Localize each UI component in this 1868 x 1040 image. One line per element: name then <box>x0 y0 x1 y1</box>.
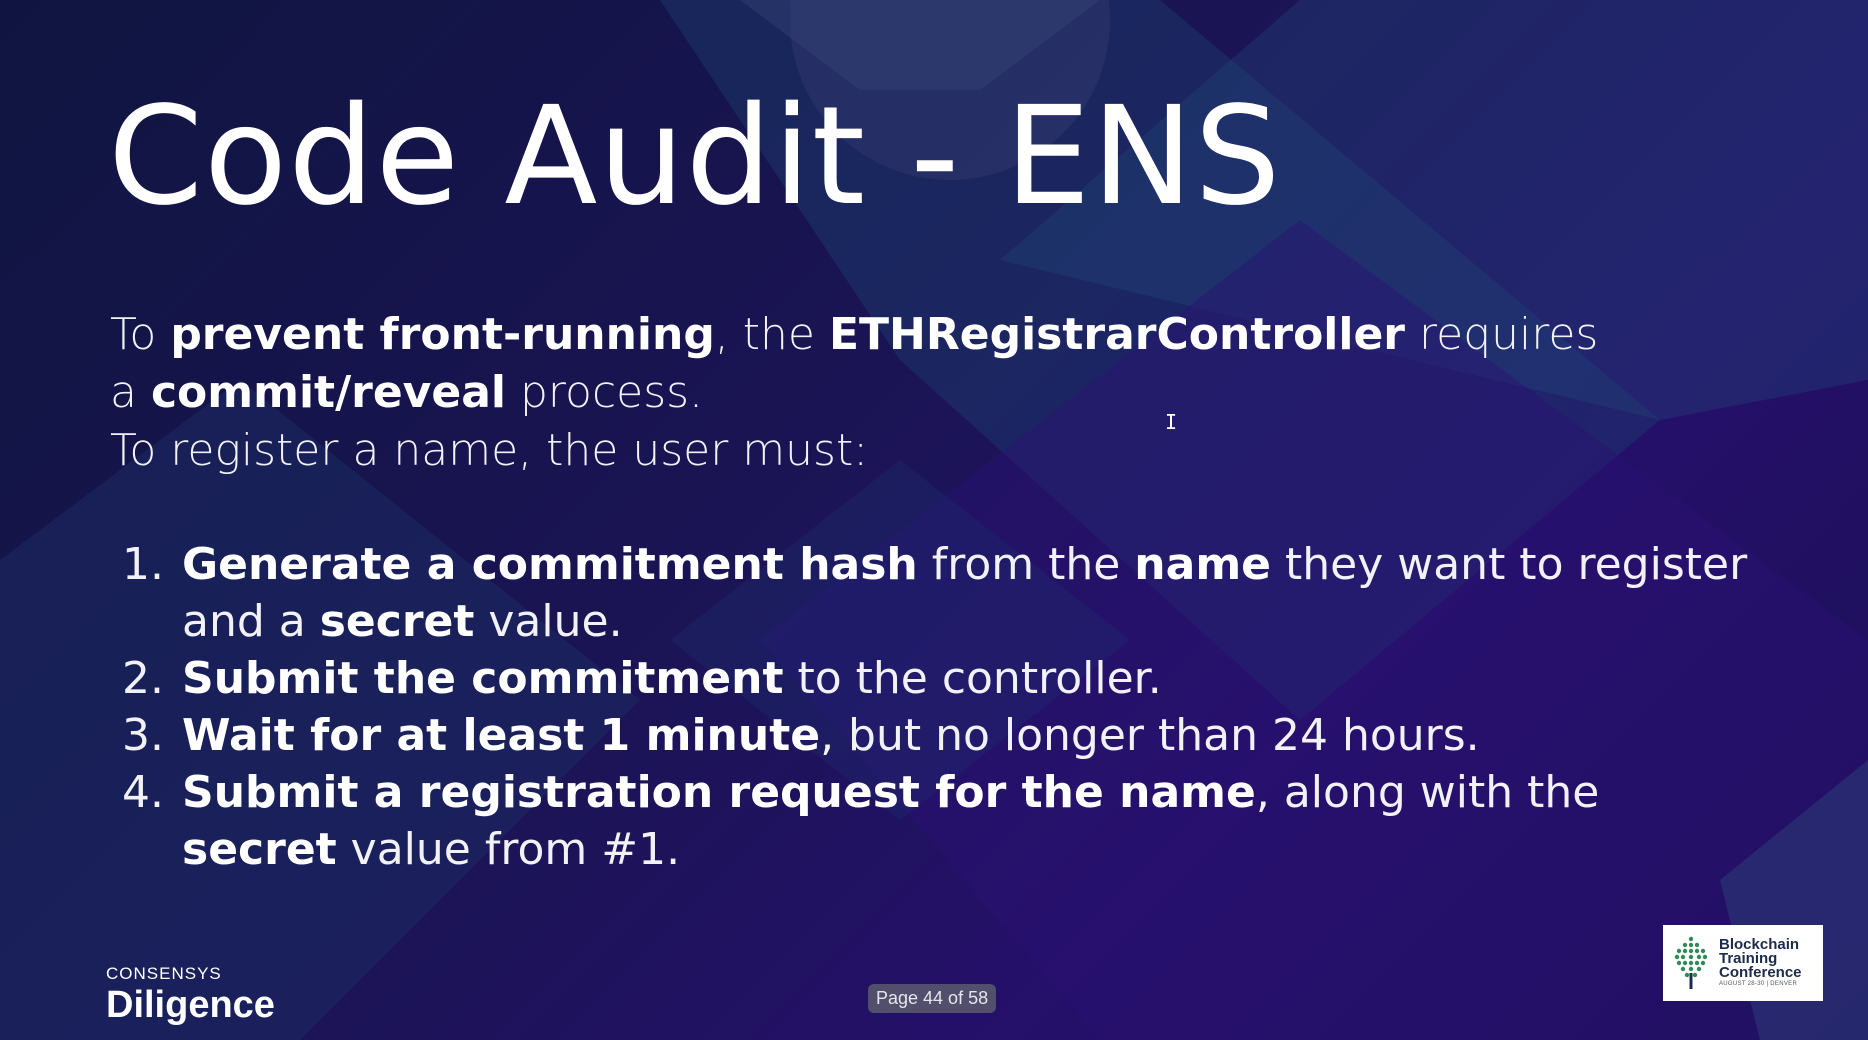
steps-list: 1. Generate a commitment hash from the n… <box>110 536 1750 878</box>
step-item: 3. Wait for at least 1 minute, but no lo… <box>110 707 1750 764</box>
conference-text: Blockchain Training Conference AUGUST 28… <box>1719 937 1802 989</box>
consensys-diligence-logo: CONSENSYS Diligence <box>106 964 275 1026</box>
step-item: 2. Submit the commitment to the controll… <box>110 650 1750 707</box>
step-text-segment: value. <box>474 596 623 647</box>
conference-subtitle: AUGUST 28-30 | DENVER <box>1719 980 1798 987</box>
step-item: 4. Submit a registration request for the… <box>110 764 1750 878</box>
page-indicator: Page 44 of 58 <box>868 984 997 1013</box>
step-text-segment: , but no longer than 24 hours. <box>820 710 1480 761</box>
conference-line-3: Conference <box>1719 963 1802 981</box>
text-cursor-icon: I <box>1165 410 1178 434</box>
step-bold-segment: secret <box>319 596 475 647</box>
step-number: 1. <box>122 539 164 590</box>
intro-text-segment: , the <box>714 309 829 360</box>
step-bold-segment: Generate a commitment hash <box>182 539 918 590</box>
step-bold-segment: Wait for at least 1 minute <box>182 710 821 761</box>
presentation-slide: Code Audit - ENS To prevent front-runnin… <box>0 0 1868 1040</box>
step-bold-segment: secret <box>182 824 337 875</box>
intro-paragraph-1: To prevent front-running, the ETHRegistr… <box>110 306 1610 422</box>
step-number: 3. <box>122 710 164 761</box>
logo-brand-top: CONSENSYS <box>106 964 222 983</box>
step-text-segment: from the <box>917 539 1135 590</box>
step-bold-segment: Submit a registration request for the na… <box>182 767 1256 818</box>
tree-icon <box>1674 936 1708 989</box>
step-number: 2. <box>122 653 164 704</box>
slide-title: Code Audit - ENS <box>108 78 1282 236</box>
intro-text-segment: process. <box>505 367 704 418</box>
intro-bold-segment: commit/reveal <box>150 367 506 418</box>
step-text-segment: value from #1. <box>336 824 681 875</box>
step-bold-segment: name <box>1134 539 1272 590</box>
blockchain-training-conference-logo: Blockchain Training Conference AUGUST 28… <box>1663 925 1823 1001</box>
intro-bold-segment: ETHRegistrarController <box>828 309 1406 360</box>
step-text-segment: , along with the <box>1255 767 1600 818</box>
step-bold-segment: Submit the commitment <box>182 653 784 704</box>
step-item: 1. Generate a commitment hash from the n… <box>110 536 1750 650</box>
intro-bold-segment: prevent front-running <box>170 309 715 360</box>
step-text-segment: to the controller. <box>783 653 1162 704</box>
intro-text: To prevent front-running, the ETHRegistr… <box>110 306 1610 480</box>
logo-brand-main: Diligence <box>106 984 275 1026</box>
intro-paragraph-2: To register a name, the user must: <box>110 425 869 476</box>
step-number: 4. <box>122 767 164 818</box>
intro-text-segment: To <box>110 309 171 360</box>
